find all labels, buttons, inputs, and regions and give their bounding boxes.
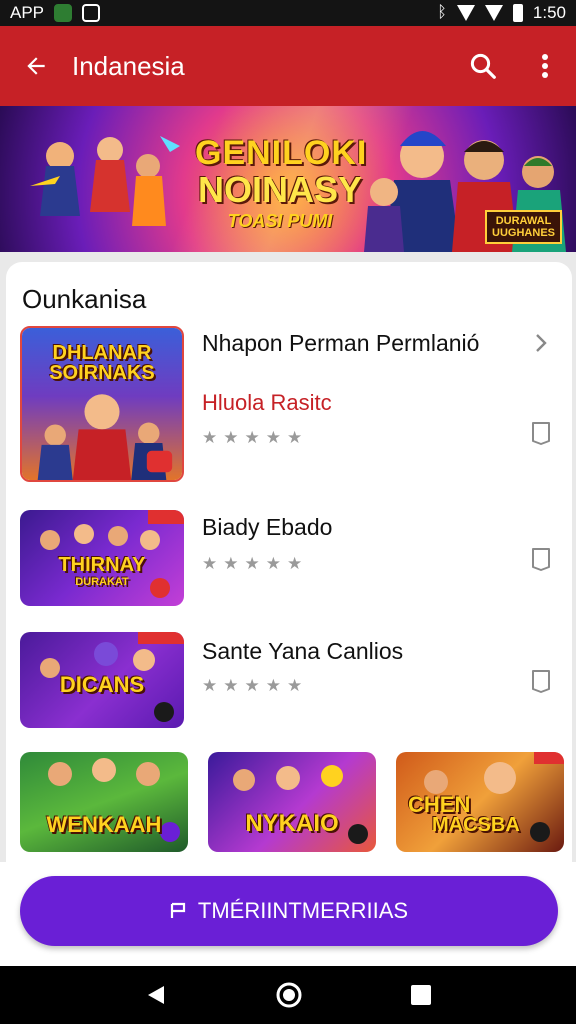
notification-icon (54, 4, 73, 22)
thumbnail-title: DICANS (59, 672, 145, 697)
chevron-right-icon[interactable] (534, 332, 548, 354)
game-grid: WENKAAH NYKAIO CHEN MACSBA (20, 752, 564, 852)
rating-stars: ★ ★ ★ ★ ★ (202, 676, 303, 695)
bookmark-icon[interactable] (530, 668, 552, 694)
overflow-menu-button[interactable] (514, 26, 576, 106)
status-time: 1:50 (532, 3, 566, 22)
thumbnail-title-line-2: SOIRNAKS (49, 362, 155, 384)
promo-banner[interactable]: GENILOKI NOINASY TOASI PUMI DURAWAL UUGH… (0, 106, 576, 252)
back-button[interactable] (0, 26, 72, 106)
thumbnail-title-line-2: DURAKAT (75, 576, 129, 588)
banner-line-3: TOASI PUMI (227, 211, 333, 231)
bookmark-icon[interactable] (530, 420, 552, 446)
game-thumbnail: DHLANAR SOIRNAKS (20, 326, 184, 482)
wifi-icon (456, 5, 475, 21)
battery-icon (512, 4, 523, 22)
grid-tile[interactable]: NYKAIO (208, 752, 376, 852)
content-card: Ounkanisa DHLANAR SOIRNAKS Nhapon Perman… (6, 262, 572, 862)
primary-action-label: TMÉRIINTMERRIIAS (197, 898, 409, 923)
item-subtitle: Hluola Rasitc (202, 390, 332, 415)
status-bar: APP ᛒ 1:50 (0, 0, 576, 26)
status-app-label: APP (10, 3, 45, 22)
grid-tile-title-line-2: MACSBA (432, 814, 520, 836)
item-title: Biady Ebado (202, 514, 333, 540)
signal-icon (484, 5, 503, 21)
list-item[interactable]: DICANS Sante Yana Canlios ★ ★ ★ ★ ★ (6, 632, 572, 732)
recents-nav-icon[interactable] (410, 984, 432, 1006)
characters-illustration-left (30, 136, 180, 226)
thumbnail-title-line-1: THIRNAY (58, 554, 146, 576)
item-title: Sante Yana Canlios (202, 638, 404, 664)
arrow-left-icon (27, 57, 45, 75)
banner-line-2: NOINASY (197, 169, 363, 210)
search-icon (470, 53, 496, 79)
grid-tile[interactable]: CHEN MACSBA (396, 752, 564, 852)
rating-stars: ★ ★ ★ ★ ★ (202, 428, 303, 447)
primary-action-button[interactable]: TMÉRIINTMERRIIAS (20, 876, 558, 946)
app-bar: Indanesia (0, 26, 576, 106)
bluetooth-icon: ᛒ (437, 4, 447, 21)
game-thumbnail: DICANS (20, 632, 184, 728)
banner-logo: GENILOKI NOINASY TOASI PUMI (195, 134, 368, 234)
grid-tile-title: WENKAAH (46, 812, 162, 837)
list-item[interactable]: DHLANAR SOIRNAKS Nhapon Perman Permlanió… (6, 326, 572, 486)
item-title: Nhapon Perman Permlanió (202, 330, 480, 356)
grid-tile-title: NYKAIO (245, 810, 339, 837)
page-title: Indanesia (72, 50, 185, 81)
banner-line-1: GENILOKI (195, 134, 368, 172)
list-item[interactable]: THIRNAY DURAKAT Biady Ebado ★ ★ ★ ★ ★ (6, 510, 572, 610)
section-title: Ounkanisa (22, 284, 147, 314)
flag-icon (170, 902, 185, 918)
more-vert-icon (542, 54, 548, 78)
system-navigation-bar (0, 966, 576, 1024)
camera-notification-icon (82, 4, 101, 22)
banner-corner-tag: DURAWAL UUGHANES (485, 210, 562, 244)
home-nav-icon[interactable] (275, 981, 303, 1009)
rating-stars: ★ ★ ★ ★ ★ (202, 554, 303, 573)
game-thumbnail: THIRNAY DURAKAT (20, 510, 184, 606)
bookmark-icon[interactable] (530, 546, 552, 572)
search-button[interactable] (452, 26, 514, 106)
back-nav-icon[interactable] (144, 983, 168, 1007)
bottom-action-area: TMÉRIINTMERRIIAS (0, 862, 576, 966)
grid-tile[interactable]: WENKAAH (20, 752, 188, 852)
